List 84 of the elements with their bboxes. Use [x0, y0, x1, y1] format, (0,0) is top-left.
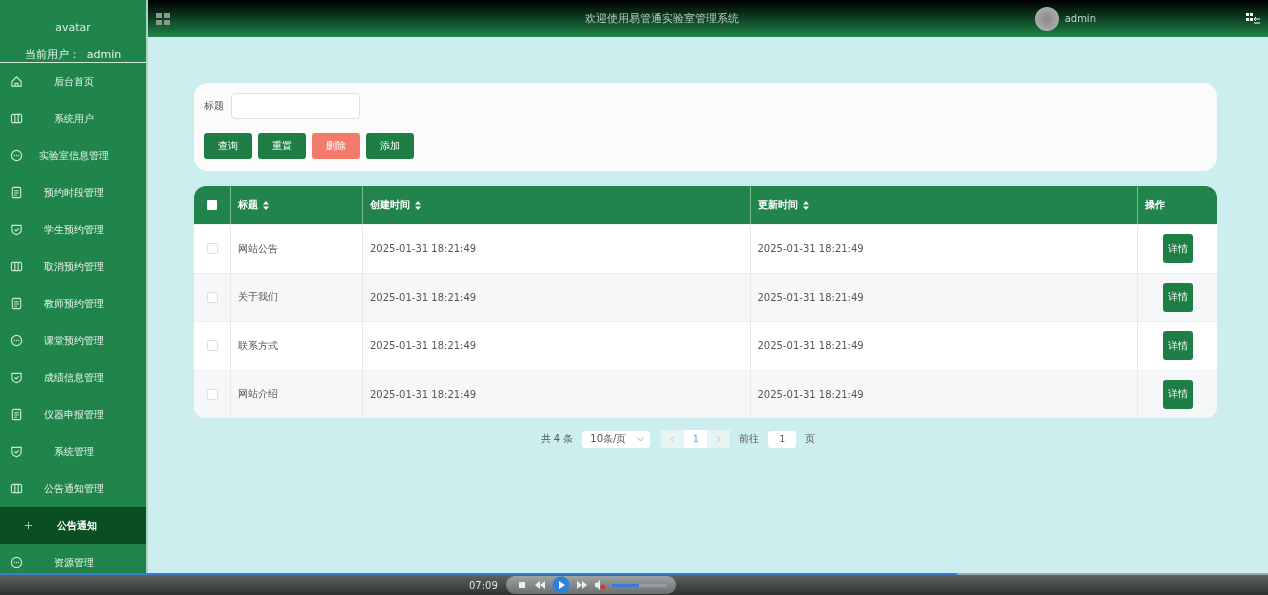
delete-button[interactable]: 删除 — [312, 133, 360, 159]
title-field-label: 标题 — [204, 99, 224, 113]
updated-time-cell: 2025-01-31 18:21:49 — [757, 291, 864, 303]
current-user-label: 当前用户： admin — [24, 47, 122, 62]
sidebar-item[interactable]: 成绩信息管理 — [0, 359, 146, 396]
volume-slider[interactable] — [611, 583, 666, 587]
column-header: 操作 — [1145, 198, 1165, 212]
goto-page-field[interactable]: 1 — [768, 430, 797, 448]
avatar-alt-text: avatar — [55, 21, 91, 34]
sidebar-item[interactable]: 后台首页 — [0, 63, 146, 100]
sidebar-item[interactable]: 教师预约管理 — [0, 285, 146, 322]
sidebar-item[interactable]: 取消预约管理 — [0, 248, 146, 285]
row-checkbox[interactable] — [206, 243, 218, 255]
title-cell: 网站介绍 — [238, 387, 278, 402]
sidebar-item[interactable]: 系统管理 — [0, 433, 146, 470]
column-header[interactable]: 标题 — [238, 198, 258, 212]
details-button[interactable]: 详情 — [1162, 331, 1193, 361]
created-time-cell: 2025-01-31 18:21:49 — [370, 291, 477, 303]
sort-icon[interactable] — [415, 200, 421, 210]
columns-icon — [10, 112, 23, 125]
sidebar-item[interactable]: 仪器申报管理 — [0, 396, 146, 433]
sidebar-item[interactable]: 系统用户 — [0, 100, 146, 137]
plus-icon — [24, 521, 33, 530]
home-icon — [10, 75, 23, 88]
chat-icon — [10, 556, 23, 569]
rewind-icon[interactable] — [533, 579, 546, 591]
total-count: 共 4 条 — [540, 432, 574, 446]
sidebar-item[interactable]: 资源管理 — [0, 544, 146, 573]
action-button[interactable]: 添加 — [366, 133, 414, 159]
page-size-select[interactable]: 10条/页 — [582, 430, 651, 448]
row-checkbox[interactable] — [206, 340, 218, 352]
play-icon[interactable] — [551, 576, 570, 594]
header-username: admin — [1064, 13, 1096, 24]
page-number[interactable]: 1 — [684, 430, 708, 448]
user-avatar[interactable] — [1034, 6, 1059, 31]
action-button[interactable]: 查询 — [204, 133, 252, 159]
sidebar-item[interactable]: 预约时段管理 — [0, 174, 146, 211]
sort-icon[interactable] — [802, 200, 809, 210]
document-icon — [10, 297, 23, 310]
updated-time-cell: 2025-01-31 18:21:49 — [757, 388, 864, 400]
title-cell: 关于我们 — [238, 290, 278, 305]
goto-label: 前往 — [739, 432, 760, 446]
sidebar-item[interactable]: 课堂预约管理 — [0, 322, 146, 359]
created-time-cell: 2025-01-31 18:21:49 — [370, 388, 477, 400]
title-cell: 网站公告 — [238, 241, 278, 256]
chevron-right-icon — [716, 435, 722, 443]
fast-forward-icon[interactable] — [575, 579, 588, 591]
updated-time-cell: 2025-01-31 18:21:49 — [757, 243, 864, 255]
layout-toggle-icon[interactable] — [1246, 12, 1260, 25]
grid-menu-icon[interactable] — [156, 12, 170, 25]
speaker-muted-icon[interactable] — [593, 579, 606, 591]
title-cell: 联系方式 — [238, 338, 278, 353]
sort-icon[interactable] — [263, 200, 269, 210]
chat-icon — [10, 334, 23, 347]
shield-check-icon — [10, 223, 23, 236]
details-button[interactable]: 详情 — [1162, 379, 1193, 409]
chevron-left-icon — [670, 435, 676, 443]
sidebar-item[interactable]: 学生预约管理 — [0, 211, 146, 248]
page-suffix: 页 — [805, 432, 816, 446]
select-all-checkbox[interactable] — [207, 200, 217, 210]
details-button[interactable]: 详情 — [1162, 234, 1193, 264]
document-icon — [10, 408, 23, 421]
row-checkbox[interactable] — [206, 388, 218, 400]
created-time-cell: 2025-01-31 18:21:49 — [370, 340, 477, 352]
columns-icon — [10, 260, 23, 273]
sidebar-item[interactable]: 公告通知 — [0, 507, 146, 544]
columns-icon — [10, 482, 23, 495]
chevron-down-icon — [637, 436, 645, 442]
title-input-field[interactable] — [231, 93, 360, 119]
row-checkbox[interactable] — [206, 291, 218, 303]
system-title: 欢迎使用易管通实验室管理系统 — [584, 11, 741, 26]
column-header[interactable]: 创建时间 — [370, 198, 410, 212]
sidebar-item[interactable]: 公告通知管理 — [0, 470, 146, 507]
shield-check-icon — [10, 445, 23, 458]
details-button[interactable]: 详情 — [1162, 282, 1193, 312]
created-time-cell: 2025-01-31 18:21:49 — [370, 243, 477, 255]
action-button[interactable]: 重置 — [258, 133, 306, 159]
chat-icon — [10, 149, 23, 162]
updated-time-cell: 2025-01-31 18:21:49 — [757, 340, 864, 352]
playback-time: 07:09 — [469, 579, 498, 591]
column-header[interactable]: 更新时间 — [757, 198, 798, 212]
shield-check-icon — [10, 371, 23, 384]
document-icon — [10, 186, 23, 199]
sidebar-item[interactable]: 实验室信息管理 — [0, 137, 146, 174]
